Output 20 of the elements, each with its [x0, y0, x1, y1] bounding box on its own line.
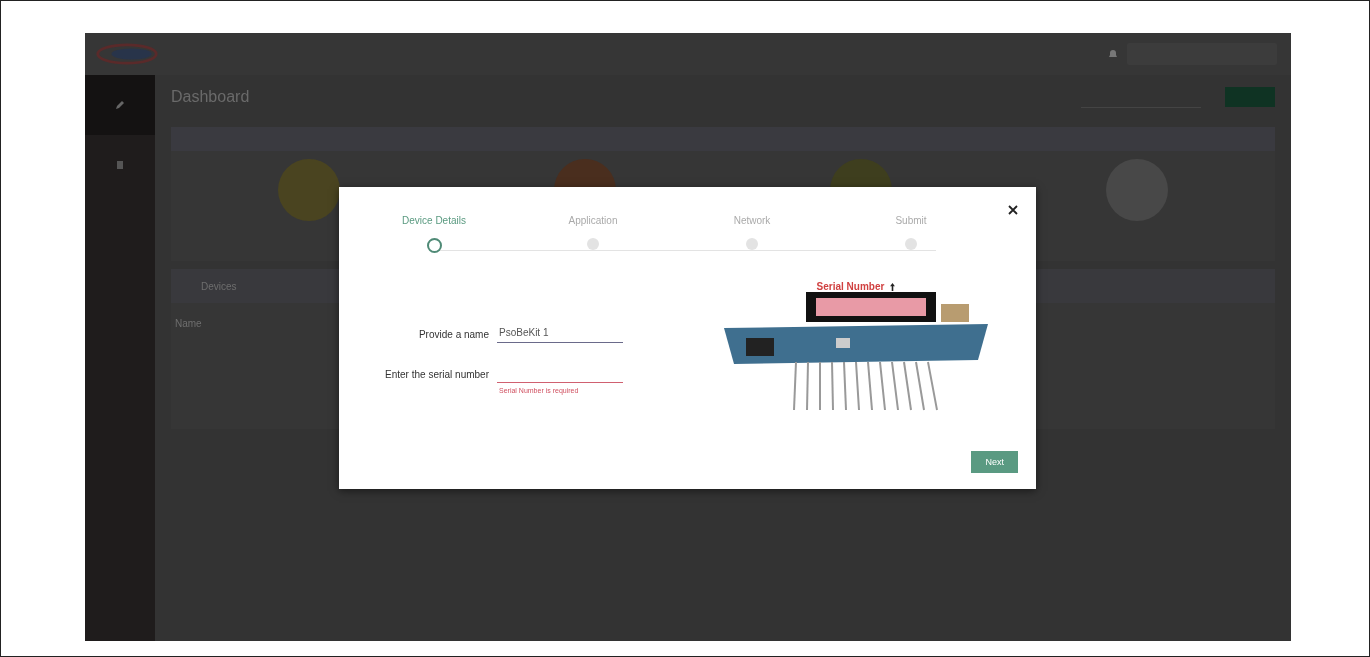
add-button[interactable]: [1225, 86, 1275, 107]
step-label[interactable]: Application: [568, 215, 618, 226]
bell-icon[interactable]: [1107, 48, 1119, 60]
close-icon[interactable]: [1008, 205, 1018, 215]
image-caption: Serial Number: [816, 281, 885, 292]
field-label: Enter the serial number: [384, 368, 489, 380]
pencil-icon: [115, 100, 125, 110]
logo-icon: [95, 42, 159, 66]
next-button[interactable]: Next: [971, 451, 1018, 473]
step-label[interactable]: Submit: [895, 215, 927, 226]
step-marker[interactable]: [746, 238, 758, 250]
field-label: Provide a name: [417, 328, 489, 340]
step-marker[interactable]: [426, 238, 442, 253]
document-icon: [115, 160, 125, 170]
step-marker[interactable]: [905, 238, 917, 250]
step-marker[interactable]: [587, 238, 599, 250]
arrow-icon: [890, 282, 896, 291]
step-label[interactable]: Device Details: [402, 215, 466, 226]
sidebar-item[interactable]: [85, 75, 155, 135]
step-label[interactable]: Network: [733, 215, 771, 226]
